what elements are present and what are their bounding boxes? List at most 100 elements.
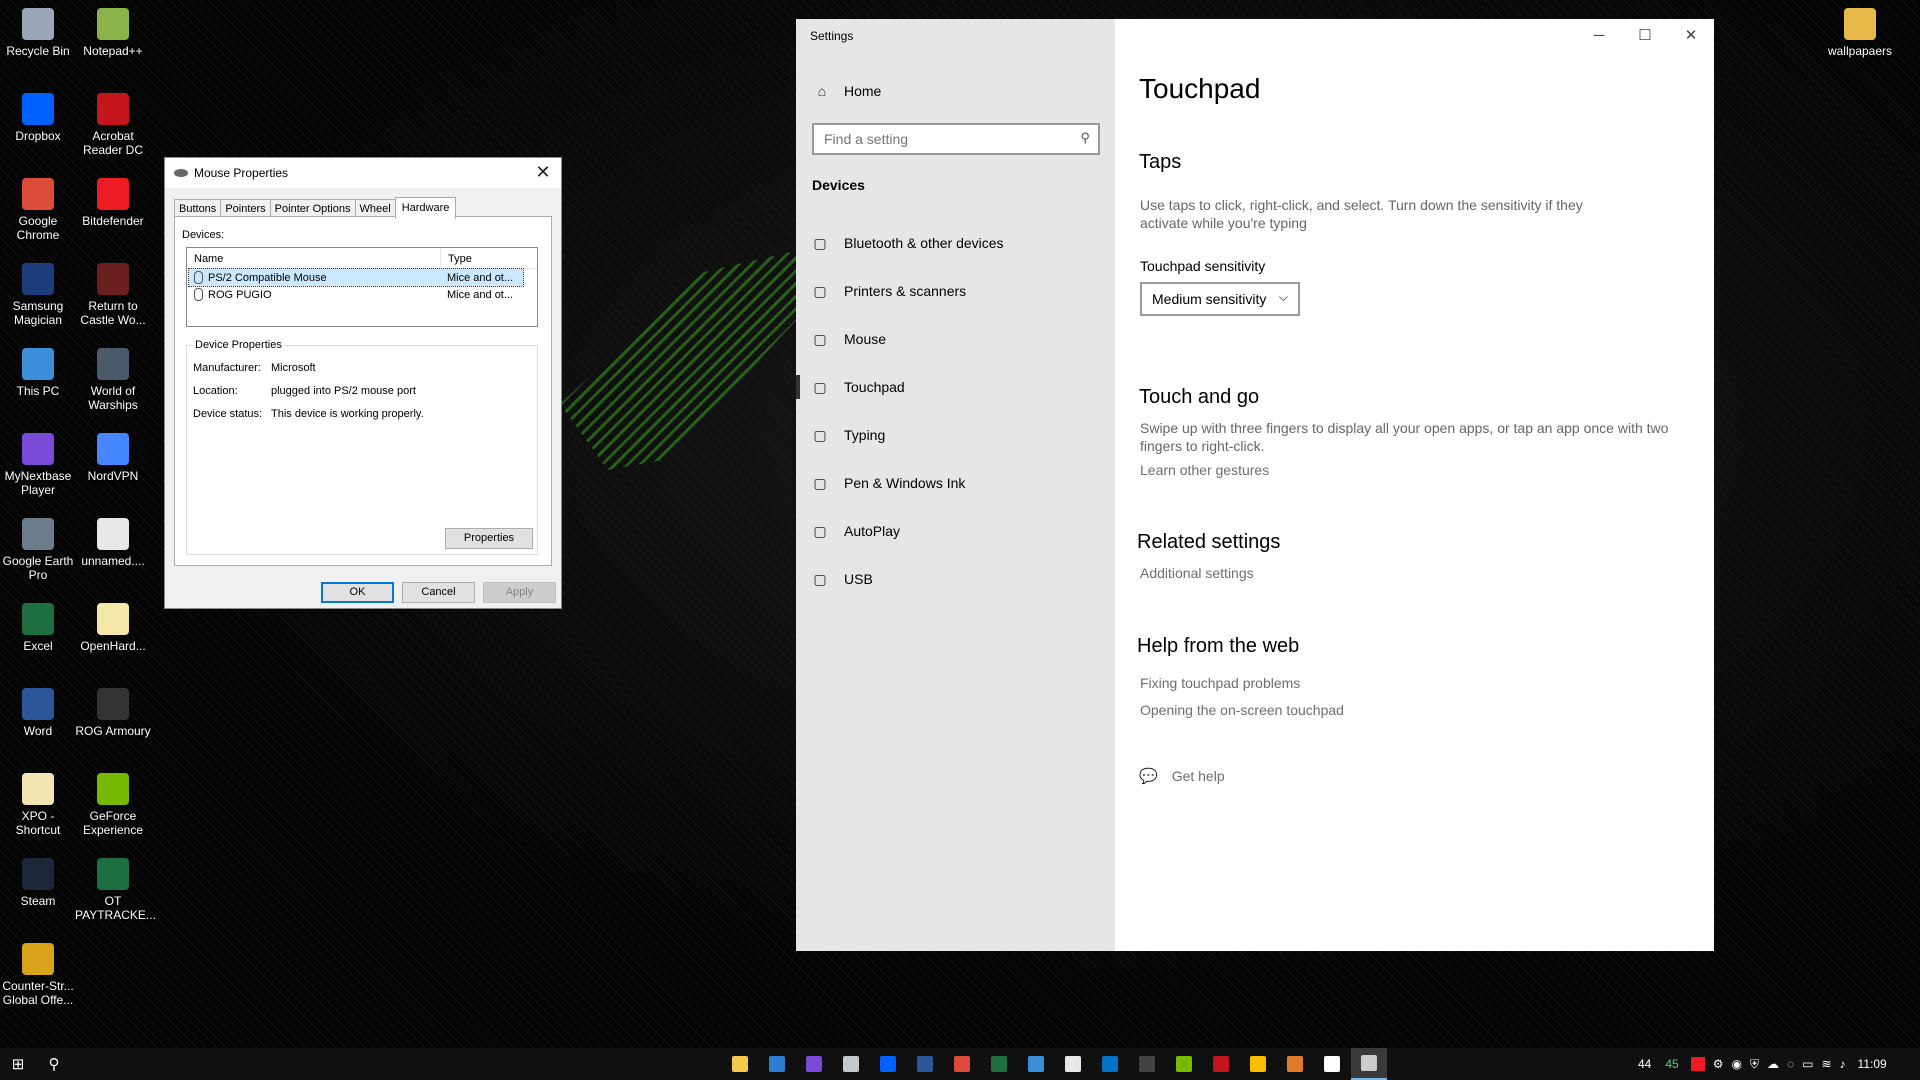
- cloud-tray-icon[interactable]: ☁: [1767, 1057, 1779, 1071]
- taskbar-app[interactable]: [944, 1048, 980, 1080]
- taskbar-app[interactable]: [1092, 1048, 1128, 1080]
- autoplay-icon: ▢: [813, 522, 827, 539]
- desktop-icon[interactable]: Counter-Str... Global Offe...: [0, 937, 76, 1007]
- desktop-icon[interactable]: MyNextbase Player: [0, 427, 76, 497]
- desktop-icon[interactable]: XPO - Shortcut: [0, 767, 76, 837]
- taskbar-app[interactable]: [1351, 1048, 1387, 1080]
- desktop-icon[interactable]: OT PAYTRACKE...: [75, 852, 156, 922]
- close-icon: ✕: [1684, 27, 1698, 44]
- nextbase-icon: [22, 433, 54, 465]
- desktop-icon[interactable]: Bitdefender: [75, 172, 151, 228]
- minimize-button[interactable]: ─: [1576, 19, 1622, 51]
- taskbar-app[interactable]: [833, 1048, 869, 1080]
- taskbar-app[interactable]: [1129, 1048, 1165, 1080]
- dialog-title-bar[interactable]: Mouse Properties ✕: [165, 158, 561, 188]
- close-button[interactable]: ✕: [1668, 19, 1714, 51]
- desktop-icon[interactable]: Samsung Magician: [0, 257, 76, 327]
- desktop-icon[interactable]: Acrobat Reader DC: [75, 87, 151, 157]
- desktop-icon[interactable]: Notepad++: [75, 2, 151, 58]
- desktop-icon[interactable]: Steam: [0, 852, 76, 908]
- nordvpn-tray-icon[interactable]: ◌: [1787, 1057, 1794, 1071]
- touch-and-go-heading: Touch and go: [1139, 386, 1260, 408]
- apply-button[interactable]: Apply: [483, 582, 556, 603]
- nav-item[interactable]: ▢ Pen & Windows Ink: [796, 463, 1115, 503]
- desktop-icon[interactable]: This PC: [0, 342, 76, 398]
- taskbar-app[interactable]: [870, 1048, 906, 1080]
- bitdefender-tray-icon[interactable]: [1690, 1057, 1705, 1071]
- nav-item[interactable]: ▢ Printers & scanners: [796, 271, 1115, 311]
- cancel-button[interactable]: Cancel: [402, 582, 475, 603]
- taskbar-app[interactable]: [796, 1048, 832, 1080]
- clock[interactable]: 11:09: [1858, 1057, 1887, 1071]
- nav-item[interactable]: ▢ Bluetooth & other devices: [796, 223, 1115, 263]
- taskbar: ⊞ ⚲ 44 45 ⚙ ◉ ⛨ ☁ ◌ ▭ ≋ ♪ 11:09: [0, 1048, 1920, 1080]
- steam-tray-icon[interactable]: ◉: [1731, 1057, 1741, 1071]
- tab-hardware[interactable]: Hardware: [394, 197, 457, 219]
- maximize-button[interactable]: ☐: [1622, 19, 1668, 51]
- touchpad-sensitivity-dropdown[interactable]: Medium sensitivity ⌵: [1140, 282, 1300, 316]
- desktop-icon[interactable]: OpenHard...: [75, 597, 151, 653]
- home-nav[interactable]: ⌂ Home: [814, 83, 882, 99]
- desktop-icon[interactable]: GeForce Experience: [75, 767, 151, 837]
- battery-icon[interactable]: ▭: [1802, 1057, 1813, 1071]
- excel-icon: [22, 603, 54, 635]
- get-help-link[interactable]: 💬 Get help: [1139, 767, 1225, 785]
- desktop-icon[interactable]: Google Earth Pro: [0, 512, 76, 582]
- devices-list[interactable]: Name Type PS/2 Compatible Mouse Mice and…: [186, 247, 538, 327]
- desktop-icon[interactable]: Excel: [0, 597, 76, 653]
- desktop-icon[interactable]: World of Warships: [75, 342, 151, 412]
- taskbar-app[interactable]: [1055, 1048, 1091, 1080]
- taskbar-app[interactable]: [1277, 1048, 1313, 1080]
- properties-button[interactable]: Properties: [445, 528, 533, 549]
- desktop-icon[interactable]: Google Chrome: [0, 172, 76, 242]
- desktop-icon[interactable]: Recycle Bin: [0, 2, 76, 58]
- search-icon[interactable]: ⚲: [1080, 130, 1090, 146]
- desktop-icon[interactable]: Return to Castle Wo...: [75, 257, 151, 327]
- taskbar-app[interactable]: [1018, 1048, 1054, 1080]
- taskbar-app[interactable]: [907, 1048, 943, 1080]
- taskbar-app[interactable]: [1203, 1048, 1239, 1080]
- volume-icon[interactable]: ♪: [1840, 1057, 1846, 1071]
- onscreen-touchpad-link[interactable]: Opening the on-screen touchpad: [1140, 702, 1344, 718]
- security-tray-icon[interactable]: ⛨: [1750, 1057, 1759, 1072]
- fixing-touchpad-problems-link[interactable]: Fixing touchpad problems: [1140, 675, 1300, 691]
- taskbar-app[interactable]: [759, 1048, 795, 1080]
- nav-item[interactable]: ▢ USB: [796, 559, 1115, 599]
- wifi-icon[interactable]: ≋: [1821, 1057, 1831, 1071]
- learn-other-gestures-link[interactable]: Learn other gestures: [1140, 462, 1269, 478]
- nav-item[interactable]: ▢ Mouse: [796, 319, 1115, 359]
- dropbox-icon: [22, 93, 54, 125]
- gpu-temp[interactable]: 45: [1665, 1057, 1678, 1071]
- additional-settings-link[interactable]: Additional settings: [1140, 565, 1254, 581]
- desktop-icon-label: OT PAYTRACKE...: [75, 894, 156, 922]
- search-button[interactable]: ⚲: [36, 1048, 72, 1080]
- desktop-icon-label: Return to Castle Wo...: [80, 299, 146, 327]
- device-row[interactable]: ROG PUGIO Mice and ot...: [189, 286, 537, 303]
- column-header-type[interactable]: Type: [441, 248, 479, 268]
- desktop-icon-wallpapaers[interactable]: wallpapaers: [1822, 2, 1898, 58]
- desktop-icon[interactable]: ROG Armoury: [75, 682, 151, 738]
- close-button[interactable]: ✕: [533, 162, 553, 183]
- taskbar-app[interactable]: [981, 1048, 1017, 1080]
- ok-button[interactable]: OK: [321, 582, 394, 603]
- desktop-icon-label: Google Chrome: [16, 214, 60, 242]
- desktop-icon[interactable]: NordVPN: [75, 427, 151, 483]
- taskbar-app[interactable]: [1166, 1048, 1202, 1080]
- desktop-icon[interactable]: unnamed....: [75, 512, 151, 568]
- desktop-icon[interactable]: Word: [0, 682, 76, 738]
- tray-settings-icon[interactable]: ⚙: [1713, 1057, 1724, 1071]
- taskbar-app[interactable]: [1314, 1048, 1350, 1080]
- nav-item-label: Pen & Windows Ink: [844, 475, 966, 491]
- search-input[interactable]: [814, 125, 1074, 153]
- desktop-icon[interactable]: Dropbox: [0, 87, 76, 143]
- taskbar-app[interactable]: [1240, 1048, 1276, 1080]
- image-file-icon: [97, 518, 129, 550]
- device-row[interactable]: PS/2 Compatible Mouse Mice and ot...: [188, 268, 524, 287]
- nav-item[interactable]: ▢ AutoPlay: [796, 511, 1115, 551]
- nav-item[interactable]: ▢ Typing: [796, 415, 1115, 455]
- column-header-name[interactable]: Name: [187, 248, 441, 268]
- start-button[interactable]: ⊞: [0, 1048, 36, 1080]
- taskbar-app[interactable]: [722, 1048, 758, 1080]
- nav-item[interactable]: ▢ Touchpad: [796, 367, 1115, 407]
- cpu-temp[interactable]: 44: [1638, 1057, 1651, 1071]
